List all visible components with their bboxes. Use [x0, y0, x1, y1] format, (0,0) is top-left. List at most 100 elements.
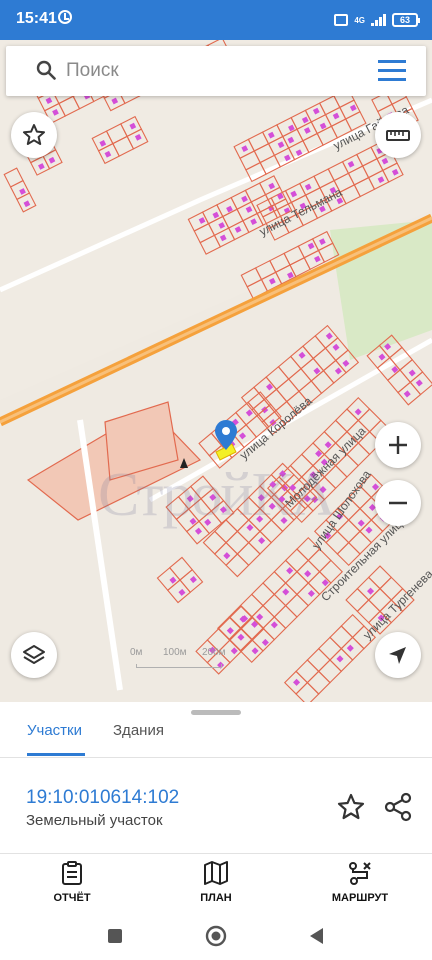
building-marker — [325, 332, 333, 340]
parcel-cell — [345, 587, 370, 613]
parcel-cell — [295, 681, 320, 702]
parcel-block — [240, 324, 360, 436]
parcel-cell — [340, 613, 365, 639]
building-marker — [251, 647, 259, 655]
building-marker — [261, 638, 269, 647]
search-input[interactable] — [66, 56, 366, 86]
building-marker — [178, 588, 186, 596]
building-marker — [324, 441, 332, 449]
building-marker — [169, 576, 177, 584]
parcel-cell — [312, 347, 337, 372]
parcel-cell — [307, 548, 332, 573]
parcel-cell — [236, 541, 261, 567]
building-marker — [336, 655, 344, 663]
parcel-cell — [273, 559, 298, 584]
parcel-cell — [329, 625, 354, 650]
building-marker — [307, 589, 315, 598]
scale-label-100: 100м — [163, 647, 187, 658]
building-marker — [346, 644, 354, 652]
street-label-turgeneva: улица Тургенева — [360, 567, 432, 643]
parcel-cell — [216, 616, 242, 641]
ruler-icon — [386, 130, 410, 141]
parcel-cell — [156, 566, 181, 592]
favorite-parcel-star-icon[interactable] — [335, 791, 367, 823]
parcel-cell — [287, 367, 313, 393]
recent-apps-icon[interactable] — [101, 922, 129, 950]
building-marker — [256, 613, 264, 621]
parcel-id-link[interactable]: 19:10:010614:102 — [26, 787, 179, 809]
actions-divider — [0, 853, 432, 854]
building-marker — [293, 678, 301, 686]
parcel-cell — [336, 519, 361, 544]
sheet-drag-handle[interactable] — [191, 710, 241, 715]
battery-icon: 63 — [392, 13, 420, 27]
navigation-arrow-icon — [389, 647, 406, 664]
building-marker — [230, 647, 238, 655]
parcel-cell — [310, 369, 335, 395]
building-marker — [408, 369, 416, 377]
status-indicators: 4G 63 — [334, 12, 420, 28]
building-marker — [226, 627, 234, 635]
building-marker — [415, 379, 423, 387]
status-bar: 15:41 4G 63 — [0, 0, 432, 40]
system-navigation-bar — [0, 912, 432, 960]
scale-label-0: 0м — [130, 647, 143, 658]
parcel-cell — [317, 636, 343, 661]
building-marker — [357, 519, 365, 527]
parcel-cell — [275, 378, 300, 403]
zoom-in-button[interactable] — [375, 422, 421, 468]
sim-card-icon — [334, 14, 349, 26]
tab-parcels[interactable]: Участки — [27, 722, 85, 756]
building-marker — [403, 390, 411, 398]
route-icon — [349, 862, 371, 885]
zoom-out-button[interactable] — [375, 480, 421, 526]
building-marker — [304, 570, 312, 578]
building-marker — [378, 353, 386, 361]
map-plan-icon — [204, 861, 228, 885]
favorite-button[interactable] — [11, 112, 57, 158]
parcel-cell — [225, 553, 250, 578]
building-marker — [367, 587, 375, 595]
share-icon[interactable] — [382, 791, 414, 823]
home-icon[interactable] — [202, 922, 230, 950]
star-icon — [23, 124, 45, 145]
back-icon[interactable] — [302, 922, 330, 950]
map-scale: 0м 100м 200м — [130, 647, 226, 677]
building-marker — [282, 588, 290, 596]
parcel-cell — [168, 556, 194, 581]
signal-icon — [371, 14, 386, 26]
layers-button[interactable] — [11, 632, 57, 678]
parcel-cell — [306, 647, 331, 673]
building-marker — [237, 633, 245, 641]
menu-icon[interactable] — [378, 60, 406, 82]
search-icon[interactable] — [36, 60, 56, 80]
route-button[interactable]: МАРШРУТ — [315, 860, 405, 908]
scale-bar — [136, 664, 222, 668]
parcel-cell — [228, 604, 253, 630]
building-marker — [270, 621, 278, 629]
cadastral-map[interactable]: улица Гайдара улица Тельмана улица Корол… — [0, 40, 432, 702]
measure-button[interactable] — [375, 112, 421, 158]
plan-button[interactable]: ПЛАН — [171, 860, 261, 908]
report-button[interactable]: ОТЧЁТ — [27, 860, 117, 908]
parcel-cell — [322, 359, 347, 384]
report-label: ОТЧЁТ — [53, 892, 91, 904]
parcel-cell — [250, 582, 276, 607]
plan-label: ПЛАН — [200, 892, 232, 904]
building-marker — [258, 537, 266, 545]
parcel-cell — [284, 593, 310, 618]
parcel-cell — [296, 582, 321, 607]
parcel-cell — [356, 576, 381, 601]
building-marker — [286, 567, 294, 575]
parcel-cell — [247, 530, 273, 555]
map-view[interactable]: улица Гайдара улица Тельмана улица Корол… — [0, 40, 432, 702]
parcel-cell — [317, 659, 343, 684]
my-location-button[interactable] — [375, 632, 421, 678]
parcel-type: Земельный участок — [26, 812, 163, 829]
tab-buildings[interactable]: Здания — [113, 722, 164, 747]
building-marker — [334, 367, 342, 375]
route-label: МАРШРУТ — [331, 892, 389, 904]
parcel-cell — [225, 530, 250, 555]
parcel-cell — [306, 670, 331, 695]
parcel-cell — [277, 355, 302, 380]
